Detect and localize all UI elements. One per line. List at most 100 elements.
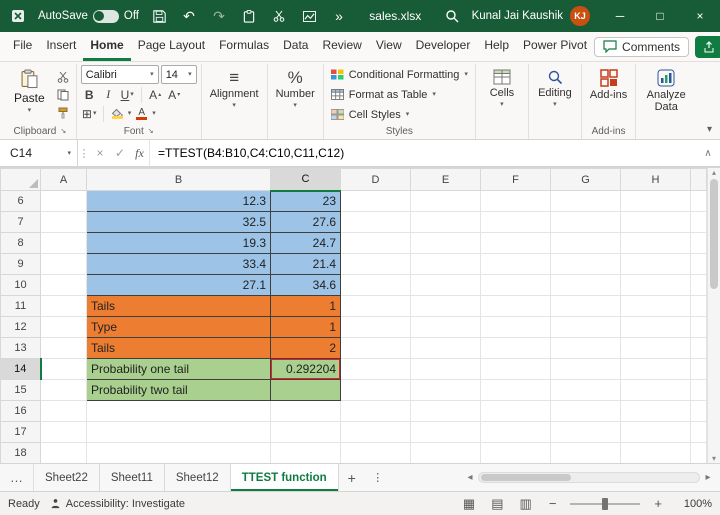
cell-G10[interactable] xyxy=(550,274,621,296)
zoom-in-button[interactable]: + xyxy=(650,496,666,511)
select-all-corner[interactable] xyxy=(0,168,41,191)
enter-formula-icon[interactable]: ✓ xyxy=(110,140,130,166)
chart-icon[interactable] xyxy=(299,6,319,26)
comments-button[interactable]: Comments xyxy=(594,36,690,57)
cell-D10[interactable] xyxy=(340,274,411,296)
cell-D9[interactable] xyxy=(340,253,411,275)
sheet-tab-ttest-function[interactable]: TTEST function xyxy=(230,464,339,491)
row-header-11[interactable]: 11 xyxy=(0,295,41,317)
cell-B8[interactable]: 19.3 xyxy=(86,232,271,254)
share-button[interactable] xyxy=(695,35,720,58)
cell-E8[interactable] xyxy=(410,232,481,254)
cell-A7[interactable] xyxy=(40,211,87,233)
app-icon[interactable] xyxy=(8,6,28,26)
cell-F14[interactable] xyxy=(480,358,551,380)
cell-D14[interactable] xyxy=(340,358,411,380)
cancel-formula-icon[interactable]: × xyxy=(90,140,110,166)
cell-H7[interactable] xyxy=(620,211,691,233)
cell-B7[interactable]: 32.5 xyxy=(86,211,271,233)
cell-G7[interactable] xyxy=(550,211,621,233)
cell-A11[interactable] xyxy=(40,295,87,317)
cell-G11[interactable] xyxy=(550,295,621,317)
cell-A10[interactable] xyxy=(40,274,87,296)
cell-B9[interactable]: 33.4 xyxy=(86,253,271,275)
cell-C16[interactable] xyxy=(270,400,341,422)
cell-B11[interactable]: Tails xyxy=(86,295,271,317)
add-ins-button[interactable]: Add-ins xyxy=(586,65,631,102)
normal-view-button[interactable]: ▦ xyxy=(460,496,478,512)
cell-E9[interactable] xyxy=(410,253,481,275)
cell-F11[interactable] xyxy=(480,295,551,317)
cell-F18[interactable] xyxy=(480,442,551,463)
cell-G12[interactable] xyxy=(550,316,621,338)
name-box[interactable]: C14 ▾ xyxy=(0,140,78,166)
cell-C17[interactable] xyxy=(270,421,341,443)
cell-C18[interactable] xyxy=(270,442,341,463)
cell-E7[interactable] xyxy=(410,211,481,233)
cell-A8[interactable] xyxy=(40,232,87,254)
scroll-right-icon[interactable]: ▸ xyxy=(702,472,714,483)
cell-E6[interactable] xyxy=(410,190,481,212)
vertical-scrollbar[interactable]: ▴ ▾ xyxy=(707,168,720,463)
conditional-formatting-button[interactable]: Conditional Formatting ▾ xyxy=(328,65,471,84)
cell-F15[interactable] xyxy=(480,379,551,401)
cell-A16[interactable] xyxy=(40,400,87,422)
column-header-H[interactable]: H xyxy=(620,168,691,191)
cell-H16[interactable] xyxy=(620,400,691,422)
scroll-up-icon[interactable]: ▴ xyxy=(712,168,716,177)
cell-F12[interactable] xyxy=(480,316,551,338)
cell-F7[interactable] xyxy=(480,211,551,233)
cell-E16[interactable] xyxy=(410,400,481,422)
cell-G8[interactable] xyxy=(550,232,621,254)
cell-G17[interactable] xyxy=(550,421,621,443)
cell-F6[interactable] xyxy=(480,190,551,212)
cell-E17[interactable] xyxy=(410,421,481,443)
sheet-nav-ellipsis[interactable]: … xyxy=(0,464,34,491)
close-button[interactable]: × xyxy=(680,0,720,32)
row-header-13[interactable]: 13 xyxy=(0,337,41,359)
column-header-A[interactable]: A xyxy=(40,168,87,191)
tab-help[interactable]: Help xyxy=(477,32,516,61)
underline-button[interactable]: U ▾ xyxy=(119,86,136,103)
user-account[interactable]: Kunal Jai Kaushik KJ xyxy=(462,6,600,26)
tab-review[interactable]: Review xyxy=(315,32,368,61)
collapse-ribbon-icon[interactable]: ▾ xyxy=(707,124,712,135)
alignment-button[interactable]: ≡ Alignment ▾ xyxy=(206,65,263,110)
clipboard-dialog-launcher-icon[interactable]: ↘ xyxy=(60,128,66,135)
fill-color-button[interactable] xyxy=(109,105,126,122)
row-header-7[interactable]: 7 xyxy=(0,211,41,233)
minimize-button[interactable]: ─ xyxy=(600,0,640,32)
editing-button[interactable]: Editing ▾ xyxy=(533,65,577,109)
cell-D16[interactable] xyxy=(340,400,411,422)
font-color-button[interactable]: A xyxy=(133,105,150,122)
cell-D13[interactable] xyxy=(340,337,411,359)
column-header-C[interactable]: C xyxy=(270,168,341,192)
cell-C9[interactable]: 21.4 xyxy=(270,253,341,275)
page-break-view-button[interactable]: ▥ xyxy=(517,496,535,512)
cell-G18[interactable] xyxy=(550,442,621,463)
cell-A13[interactable] xyxy=(40,337,87,359)
zoom-level[interactable]: 100% xyxy=(676,498,712,510)
accessibility-status[interactable]: Accessibility: Investigate xyxy=(50,498,185,510)
cell-C10[interactable]: 34.6 xyxy=(270,274,341,296)
cell-F13[interactable] xyxy=(480,337,551,359)
tab-insert[interactable]: Insert xyxy=(39,32,83,61)
cell-D11[interactable] xyxy=(340,295,411,317)
cell-D17[interactable] xyxy=(340,421,411,443)
tab-data[interactable]: Data xyxy=(276,32,315,61)
cell-F17[interactable] xyxy=(480,421,551,443)
cell-C14[interactable]: 0.292204 xyxy=(270,358,341,380)
search-icon[interactable] xyxy=(442,6,462,26)
row-header-16[interactable]: 16 xyxy=(0,400,41,422)
cut-icon[interactable] xyxy=(269,6,289,26)
cell-D18[interactable] xyxy=(340,442,411,463)
vertical-scrollbar-thumb[interactable] xyxy=(710,179,718,289)
cell-G13[interactable] xyxy=(550,337,621,359)
cell-B6[interactable]: 12.3 xyxy=(86,190,271,212)
cell-A9[interactable] xyxy=(40,253,87,275)
copy-button[interactable] xyxy=(54,87,72,102)
cell-H14[interactable] xyxy=(620,358,691,380)
cell-F16[interactable] xyxy=(480,400,551,422)
italic-button[interactable]: I xyxy=(100,86,117,103)
cell-B10[interactable]: 27.1 xyxy=(86,274,271,296)
